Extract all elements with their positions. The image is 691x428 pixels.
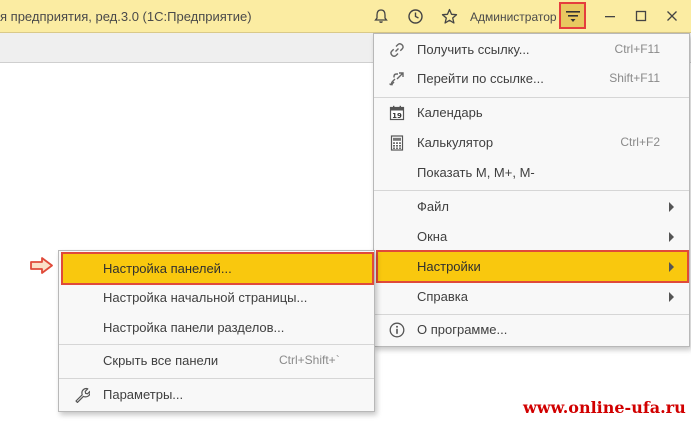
chevron-right-icon <box>669 202 674 212</box>
bell-icon[interactable] <box>370 5 392 27</box>
menu-item-label: Скрыть все панели <box>103 353 219 368</box>
menu-item-label: Показать M, M+, M- <box>417 165 535 180</box>
link-icon <box>388 41 406 59</box>
submenu-item-start-page-settings[interactable]: Настройка начальной страницы... <box>59 283 374 313</box>
menu-item-label: Получить ссылку... <box>417 42 530 57</box>
menu-divider <box>59 378 374 379</box>
menu-item-shortcut: Ctrl+F11 <box>614 42 660 56</box>
menu-item-label: Калькулятор <box>417 135 494 150</box>
watermark: www.online-ufa.ru <box>523 398 686 417</box>
menu-item-label: Окна <box>417 229 448 244</box>
info-icon <box>388 321 406 339</box>
chevron-right-icon <box>669 262 674 272</box>
menu-item-help[interactable]: Справка <box>374 282 689 312</box>
calculator-icon <box>388 134 406 152</box>
menu-item-label: О программе... <box>417 322 508 337</box>
menu-item-calendar[interactable]: 19 Календарь <box>374 98 689 128</box>
menu-item-label: Настройка панели разделов... <box>103 320 285 335</box>
menu-item-shortcut: Shift+F11 <box>609 71 660 85</box>
menu-item-label: Настройки <box>417 259 481 274</box>
menu-item-shortcut: Ctrl+F2 <box>620 135 660 149</box>
menu-item-get-link[interactable]: Получить ссылку... Ctrl+F11 <box>374 35 689 65</box>
window-title: я предприятия, ред.3.0 (1С:Предприятие) <box>0 9 252 24</box>
star-icon[interactable] <box>438 5 460 27</box>
menu-item-label: Настройка панелей... <box>103 261 232 276</box>
main-menu-button[interactable] <box>559 2 586 29</box>
menu-divider <box>374 190 689 191</box>
menu-item-about[interactable]: О программе... <box>374 315 689 345</box>
submenu-item-parameters[interactable]: Параметры... <box>59 380 374 410</box>
menu-item-label: Файл <box>417 199 449 214</box>
submenu-item-sections-panel-settings[interactable]: Настройка панели разделов... <box>59 313 374 343</box>
submenu-item-panel-settings[interactable]: Настройка панелей... <box>61 252 374 285</box>
title-bar: я предприятия, ред.3.0 (1С:Предприятие) … <box>0 0 691 33</box>
menu-item-shortcut: Ctrl+Shift+` <box>279 353 340 367</box>
user-name[interactable]: Администратор <box>470 10 557 24</box>
go-link-icon <box>388 70 406 88</box>
calendar-icon: 19 <box>388 104 406 122</box>
menu-item-label: Справка <box>417 289 468 304</box>
svg-text:19: 19 <box>392 112 402 120</box>
maximize-icon[interactable] <box>631 6 651 26</box>
menu-item-file[interactable]: Файл <box>374 192 689 222</box>
main-menu-dropdown: Получить ссылку... Ctrl+F11 Перейти по с… <box>373 33 690 347</box>
menu-item-label: Настройка начальной страницы... <box>103 290 308 305</box>
chevron-right-icon <box>669 292 674 302</box>
close-icon[interactable] <box>662 6 682 26</box>
menu-divider <box>59 344 374 345</box>
submenu-item-hide-all-panels[interactable]: Скрыть все панели Ctrl+Shift+` <box>59 346 374 376</box>
wrench-icon <box>73 386 91 404</box>
menu-item-label: Перейти по ссылке... <box>417 71 544 86</box>
settings-submenu: Настройка панелей... Настройка начальной… <box>58 250 375 412</box>
chevron-right-icon <box>669 232 674 242</box>
menu-item-label: Параметры... <box>103 387 184 402</box>
minimize-icon[interactable] <box>600 6 620 26</box>
menu-item-windows[interactable]: Окна <box>374 222 689 252</box>
menu-item-go-to-link[interactable]: Перейти по ссылке... Shift+F11 <box>374 64 689 94</box>
menu-icon <box>565 10 580 22</box>
pointer-right-arrow-icon <box>30 257 53 274</box>
history-icon[interactable] <box>404 5 426 27</box>
menu-item-calculator[interactable]: Калькулятор Ctrl+F2 <box>374 128 689 158</box>
menu-item-show-memory[interactable]: Показать M, M+, M- <box>374 158 689 188</box>
menu-item-label: Календарь <box>417 105 483 120</box>
menu-item-settings[interactable]: Настройки <box>376 250 689 283</box>
